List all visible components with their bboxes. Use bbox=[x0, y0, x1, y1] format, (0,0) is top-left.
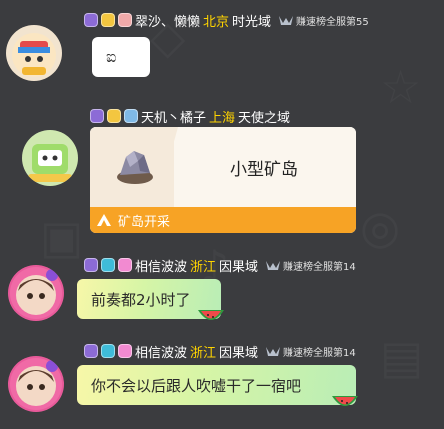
rank-badge: 赚速榜全服第14 bbox=[265, 258, 356, 273]
rank-text: 赚速榜全服第14 bbox=[283, 347, 356, 359]
avatar[interactable] bbox=[8, 265, 64, 321]
sender-meta: 相信波波 浙江 因果域 赚速榜全服第14 bbox=[84, 342, 356, 361]
sender-domain: 天使之域 bbox=[238, 110, 291, 126]
mining-icon bbox=[97, 214, 111, 226]
sender-name[interactable]: 相信波波 bbox=[135, 256, 187, 275]
sender-name[interactable]: 天机丶橘子 bbox=[141, 107, 206, 126]
sender-city: 北京 bbox=[203, 14, 230, 30]
sender-meta: 天机丶橘子 上海 天使之域 bbox=[90, 107, 291, 126]
trophy-icon bbox=[266, 347, 281, 356]
watermelon-icon bbox=[198, 310, 224, 320]
vip-badge-icon bbox=[107, 109, 121, 123]
rank-badge: 赚速榜全服第55 bbox=[278, 13, 369, 28]
sender-city: 浙江 bbox=[190, 345, 217, 361]
rank-text: 赚速榜全服第14 bbox=[283, 261, 356, 273]
rank-badge: 赚速榜全服第14 bbox=[265, 344, 356, 359]
member-badge-icon bbox=[118, 258, 132, 272]
sender-city: 浙江 bbox=[190, 259, 217, 275]
sender-domain: 因果域 bbox=[219, 345, 259, 361]
watermelon-icon bbox=[332, 396, 358, 406]
trophy-icon bbox=[279, 16, 294, 25]
rock-island-icon bbox=[117, 151, 153, 184]
sender-name[interactable]: 相信波波 bbox=[135, 342, 187, 361]
level-badge-icon bbox=[90, 109, 104, 123]
level-badge-icon bbox=[84, 344, 98, 358]
avatar[interactable] bbox=[22, 130, 78, 186]
sender-meta: 相信波波 浙江 因果域 赚速榜全服第14 bbox=[84, 256, 356, 275]
vip-badge-icon bbox=[101, 13, 115, 27]
mine-island-card[interactable]: 小型矿岛 矿岛开采 bbox=[90, 127, 356, 233]
card-footer[interactable]: 矿岛开采 bbox=[90, 207, 356, 233]
message-text: 前奏都2小时了 bbox=[91, 290, 191, 309]
card-title: 小型矿岛 bbox=[230, 160, 298, 180]
level-badge-icon bbox=[84, 258, 98, 272]
member-badge-icon bbox=[118, 13, 132, 27]
sender-meta: 翠沙、懒懒 北京 时光域 赚速榜全服第55 bbox=[84, 11, 369, 30]
card-divider bbox=[156, 127, 178, 207]
message-bubble[interactable]: 你不会以后跟人吹嘘干了一宿吧 bbox=[77, 365, 356, 405]
member-badge-icon bbox=[118, 344, 132, 358]
vip-badge-icon bbox=[101, 344, 115, 358]
sender-domain: 因果域 bbox=[219, 259, 259, 275]
rank-text: 赚速榜全服第55 bbox=[296, 16, 369, 28]
member-badge-icon bbox=[124, 109, 138, 123]
sender-name[interactable]: 翠沙、懒懒 bbox=[135, 11, 200, 30]
sender-domain: 时光域 bbox=[232, 14, 272, 30]
message-bubble[interactable]: ಐ bbox=[92, 37, 150, 77]
level-badge-icon bbox=[84, 13, 98, 27]
message-text: ಐ bbox=[106, 47, 117, 66]
avatar[interactable] bbox=[8, 356, 64, 412]
vip-badge-icon bbox=[101, 258, 115, 272]
trophy-icon bbox=[266, 261, 281, 270]
message-text: 你不会以后跟人吹嘘干了一宿吧 bbox=[91, 376, 302, 395]
sender-city: 上海 bbox=[209, 110, 236, 126]
avatar[interactable] bbox=[6, 25, 62, 81]
card-footer-label: 矿岛开采 bbox=[118, 214, 171, 230]
